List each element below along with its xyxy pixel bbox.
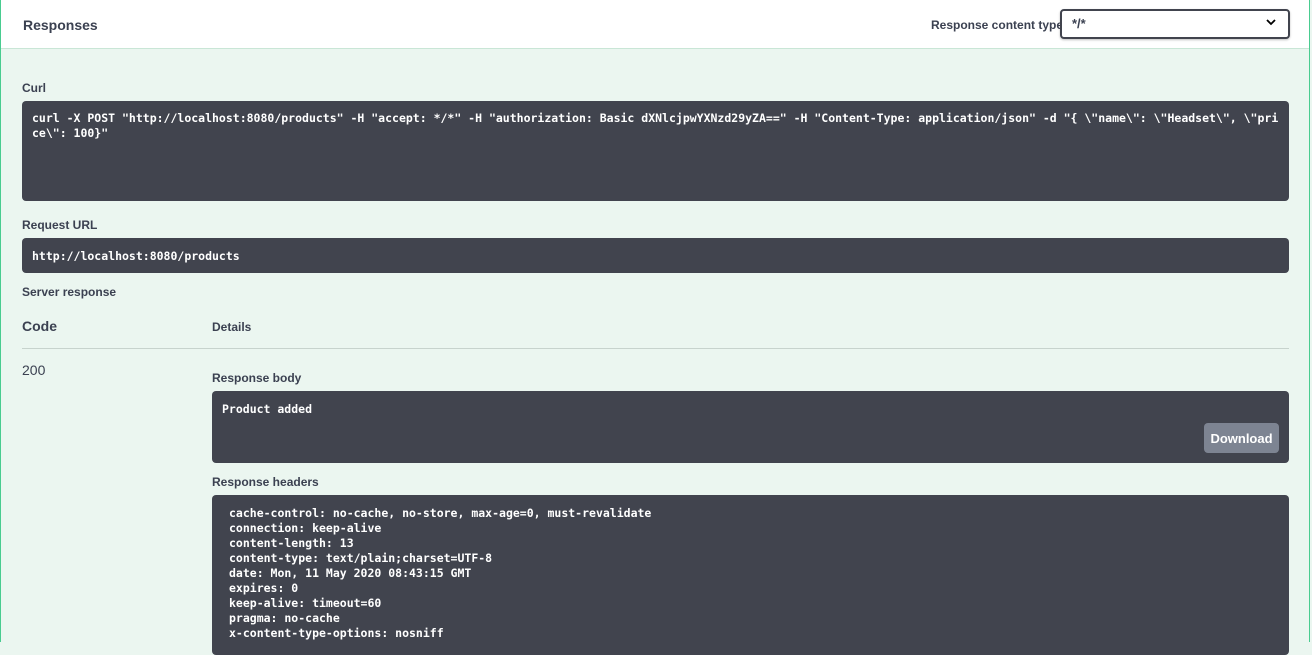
request-url-label: Request URL [22,218,98,232]
download-button[interactable]: Download [1204,423,1279,453]
response-header-line: content-type: text/plain;charset=UTF-8 [229,551,493,565]
response-headers-label: Response headers [212,475,319,489]
request-url-box[interactable]: http://localhost:8080/products [22,238,1289,273]
request-url-value: http://localhost:8080/products [32,249,240,263]
response-headers-box[interactable]: cache-control: no-cache, no-store, max-a… [212,495,1289,655]
response-content-type-select[interactable]: */* [1060,9,1290,39]
table-divider [22,348,1289,349]
server-response-label: Server response [22,285,117,299]
response-content-type-label: Response content type [931,18,1064,32]
response-headers-list: cache-control: no-cache, no-store, max-a… [229,506,651,641]
response-header-line: expires: 0 [229,581,299,595]
details-column-header: Details [212,320,252,334]
curl-command: curl -X POST "http://localhost:8080/prod… [32,111,1279,140]
response-body-box[interactable]: Product added Download [212,391,1289,463]
response-header-line: date: Mon, 11 May 2020 08:43:15 GMT [229,566,472,580]
responses-header: Responses Response content type */* [1,0,1309,49]
chevron-down-icon [1266,19,1276,26]
curl-command-box[interactable]: curl -X POST "http://localhost:8080/prod… [22,101,1289,201]
response-body-text: Product added [222,402,313,416]
response-header-line: x-content-type-options: nosniff [229,626,444,640]
response-header-line: pragma: no-cache [229,611,340,625]
response-header-line: content-length: 13 [229,536,354,550]
response-header-line: keep-alive: timeout=60 [229,596,382,610]
response-status-code: 200 [22,362,46,378]
response-header-line: cache-control: no-cache, no-store, max-a… [229,506,652,520]
code-column-header: Code [22,318,57,334]
curl-label: Curl [22,81,46,95]
response-body-label: Response body [212,371,302,385]
response-content-type-value: */* [1072,16,1086,31]
response-header-line: connection: keep-alive [229,521,382,535]
responses-title: Responses [23,17,98,33]
